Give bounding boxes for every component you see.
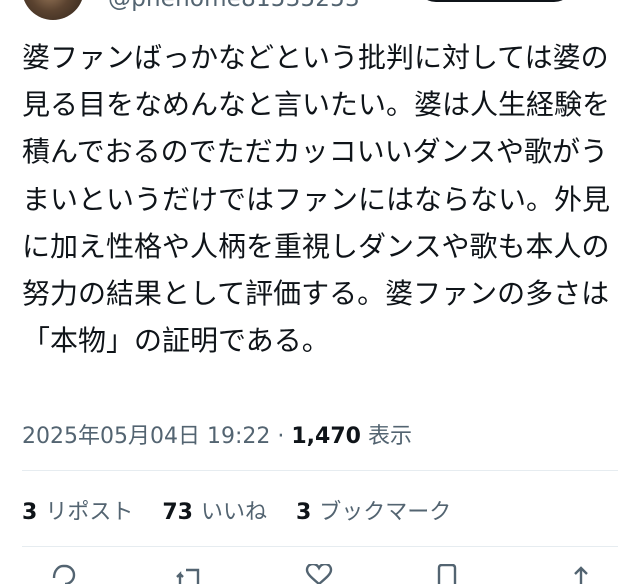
bookmark-label: ブックマーク xyxy=(319,500,452,525)
user-handle[interactable]: @phenome81535253 xyxy=(108,0,360,12)
bookmark-count: 3 xyxy=(295,500,312,525)
tweet-text: 婆ファンばっかなどという批判に対しては婆の見る目をなめんなと言いたい。婆は人生経… xyxy=(22,41,611,358)
avatar[interactable] xyxy=(22,0,84,20)
like-label: いいね xyxy=(200,500,267,525)
repost-stat[interactable]: 3 リポスト xyxy=(22,494,133,526)
tweet-timestamp[interactable]: 2025年05月04日 19:22 xyxy=(22,424,270,449)
like-count: 73 xyxy=(162,500,193,525)
repost-icon[interactable] xyxy=(176,564,206,584)
reply-icon[interactable] xyxy=(48,564,78,584)
follow-button[interactable] xyxy=(416,0,574,2)
repost-count: 3 xyxy=(22,500,38,525)
view-label: 表示 xyxy=(360,424,412,449)
heart-icon[interactable] xyxy=(304,564,334,584)
action-bar xyxy=(0,564,640,584)
meta-separator: · xyxy=(270,424,292,449)
engagement-stats: 3 リポスト 73 いいね 3 ブックマーク xyxy=(22,494,473,526)
repost-label: リポスト xyxy=(45,500,134,525)
bookmark-icon[interactable] xyxy=(432,564,462,584)
bookmark-stat[interactable]: 3 ブックマーク xyxy=(296,494,451,526)
divider xyxy=(22,470,618,471)
tweet-header: @phenome81535253 xyxy=(0,0,640,22)
view-count: 1,470 xyxy=(291,424,361,449)
tweet-meta: 2025年05月04日 19:22 · 1,470 表示 xyxy=(22,418,412,450)
share-icon[interactable] xyxy=(566,564,596,584)
like-stat[interactable]: 73 いいね xyxy=(162,494,267,526)
divider xyxy=(22,546,618,547)
